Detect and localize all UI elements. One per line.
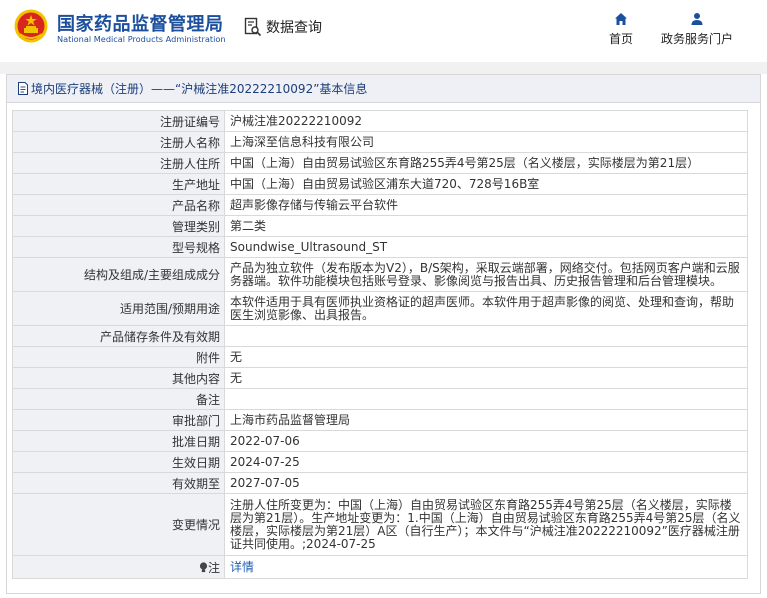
row-label: 生效日期 — [12, 451, 225, 473]
document-icon — [18, 82, 28, 95]
user-icon — [691, 13, 703, 25]
nav-home-label: 首页 — [608, 32, 633, 46]
row-label: 产品储存条件及有效期 — [12, 325, 225, 347]
row-label: 产品名称 — [12, 194, 225, 216]
row-label: 型号规格 — [12, 236, 225, 258]
row-value: 上海深至信息科技有限公司 — [224, 131, 748, 153]
table-row: 附件 无 — [12, 346, 748, 368]
detail-panel: 境内医疗器械（注册）——“沪械注准20222210092”基本信息 注册证编号 … — [6, 74, 761, 594]
brand-title[interactable]: 国家药品监督管理局 — [57, 10, 224, 36]
note-label-cell: 注 — [12, 555, 225, 579]
row-value: 产品为独立软件（发布版本为V2），B/S架构，采取云端部署，网络交付。包括网页客… — [224, 257, 748, 292]
table-row: 生效日期 2024-07-25 — [12, 451, 748, 473]
table-row: 适用范围/预期用途 本软件适用于具有医师执业资格证的超声医师。本软件用于超声影像… — [12, 291, 748, 326]
table-row: 管理类别 第二类 — [12, 215, 748, 237]
row-value: 中国（上海）自由贸易试验区浦东大道720、728号16B室 — [224, 173, 748, 195]
row-label: 注 — [207, 560, 220, 575]
row-label: 有效期至 — [12, 472, 225, 494]
table-row: 生产地址 中国（上海）自由贸易试验区浦东大道720、728号16B室 — [12, 173, 748, 195]
row-value: 2027-07-05 — [224, 472, 748, 494]
national-emblem-icon — [14, 9, 48, 43]
row-label: 其他内容 — [12, 367, 225, 389]
row-value: 2024-07-25 — [224, 451, 748, 473]
details-link[interactable]: 详情 — [230, 560, 254, 574]
row-label: 适用范围/预期用途 — [12, 291, 225, 326]
header-divider — [0, 62, 767, 74]
row-value: 2022-07-06 — [224, 430, 748, 452]
row-value: 注册人住所变更为：中国（上海）自由贸易试验区东育路255弄4号第25层（名义楼层… — [224, 493, 748, 556]
site-header: 国家药品监督管理局 National Medical Products Admi… — [0, 0, 767, 62]
row-value: 无 — [224, 367, 748, 389]
row-label: 审批部门 — [12, 409, 225, 431]
row-label: 附件 — [12, 346, 225, 368]
row-value: Soundwise_Ultrasound_ST — [224, 236, 748, 258]
row-label: 注册证编号 — [12, 110, 225, 132]
row-value: 无 — [224, 346, 748, 368]
table-row: 备注 — [12, 388, 748, 410]
row-label: 批准日期 — [12, 430, 225, 452]
row-value: 本软件适用于具有医师执业资格证的超声医师。本软件用于超声影像的阅览、处理和查询，… — [224, 291, 748, 326]
row-value: 上海市药品监督管理局 — [224, 409, 748, 431]
row-label: 结构及组成/主要组成成分 — [12, 257, 225, 292]
document-search-icon — [244, 17, 262, 37]
panel-title-text: 境内医疗器械（注册）——“沪械注准20222210092”基本信息 — [31, 81, 368, 96]
nav-gov-label: 政务服务门户 — [660, 32, 733, 46]
row-value: 详情 — [224, 555, 748, 579]
table-row: 注册证编号 沪械注准20222210092 — [12, 110, 748, 132]
nav-home[interactable]: 首页 — [606, 12, 636, 47]
table-row: 产品名称 超声影像存储与传输云平台软件 — [12, 194, 748, 216]
row-label: 管理类别 — [12, 215, 225, 237]
table-row: 产品储存条件及有效期 — [12, 325, 748, 347]
table-row: 型号规格 Soundwise_Ultrasound_ST — [12, 236, 748, 258]
table-row: 变更情况 注册人住所变更为：中国（上海）自由贸易试验区东育路255弄4号第25层… — [12, 493, 748, 556]
table-row: 批准日期 2022-07-06 — [12, 430, 748, 452]
panel-title: 境内医疗器械（注册）——“沪械注准20222210092”基本信息 — [7, 75, 760, 103]
detail-table: 注册证编号 沪械注准20222210092 注册人名称 上海深至信息科技有限公司… — [12, 110, 748, 579]
row-value — [224, 325, 748, 347]
table-row: 有效期至 2027-07-05 — [12, 472, 748, 494]
row-value: 沪械注准20222210092 — [224, 110, 748, 132]
table-row: 注册人名称 上海深至信息科技有限公司 — [12, 131, 748, 153]
data-query-label: 数据查询 — [266, 20, 322, 36]
row-label: 备注 — [12, 388, 225, 410]
row-value — [224, 388, 748, 410]
brand-subtitle: National Medical Products Administration — [57, 34, 226, 44]
row-value: 中国（上海）自由贸易试验区东育路255弄4号第25层（名义楼层，实际楼层为第21… — [224, 152, 748, 174]
nav-gov-services[interactable]: 政务服务门户 — [658, 12, 736, 47]
row-value: 第二类 — [224, 215, 748, 237]
row-label: 生产地址 — [12, 173, 225, 195]
home-icon — [615, 13, 627, 25]
data-query-link[interactable]: 数据查询 — [244, 16, 322, 38]
table-row: 结构及组成/主要组成成分 产品为独立软件（发布版本为V2），B/S架构，采取云端… — [12, 257, 748, 292]
row-label: 注册人住所 — [12, 152, 225, 174]
table-row: 注 详情 — [12, 555, 748, 579]
table-row: 审批部门 上海市药品监督管理局 — [12, 409, 748, 431]
lightbulb-icon — [199, 561, 208, 572]
row-value: 超声影像存储与传输云平台软件 — [224, 194, 748, 216]
table-row: 注册人住所 中国（上海）自由贸易试验区东育路255弄4号第25层（名义楼层，实际… — [12, 152, 748, 174]
row-label: 注册人名称 — [12, 131, 225, 153]
row-label: 变更情况 — [12, 493, 225, 556]
table-row: 其他内容 无 — [12, 367, 748, 389]
